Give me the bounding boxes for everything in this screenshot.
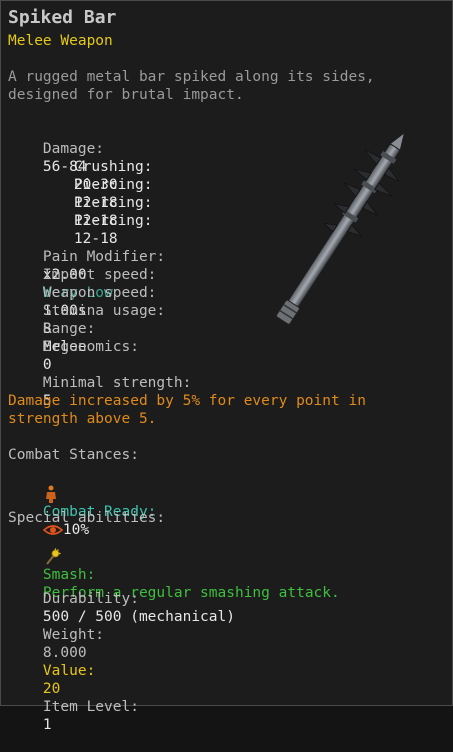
figure-icon <box>45 485 56 503</box>
spiked-bar-weapon-icon <box>276 131 406 325</box>
item-description-line2: designed for brutal impact. <box>8 87 244 103</box>
strength-bonus-line2: strength above 5. <box>8 411 157 427</box>
ergonomics-label: Ergonomics: <box>42 339 139 355</box>
durability-label: Durability: <box>42 591 139 607</box>
minimal-strength-label: Minimal strength: <box>42 375 192 391</box>
strength-bonus-line1: Damage increased by 5% for every point i… <box>8 393 366 409</box>
item-level-value: 1 <box>42 717 52 733</box>
value-label: Value: <box>42 663 96 679</box>
item-description-line1: A rugged metal bar spiked along its side… <box>8 69 375 85</box>
item-type: Melee Weapon <box>8 33 113 49</box>
mace-icon <box>46 548 61 565</box>
damage-component-label: Piercing: <box>73 213 153 229</box>
item-tooltip: Spiked Bar Melee Weapon A rugged metal b… <box>0 0 453 733</box>
special-abilities-header: Special abilities: <box>8 510 166 526</box>
item-name: Spiked Bar <box>8 7 117 28</box>
item-level-row: Item Level: 1 <box>8 680 139 752</box>
weight-label: Weight: <box>42 627 105 643</box>
item-level-label: Item Level: <box>42 699 139 715</box>
combat-stances-header: Combat Stances: <box>8 447 139 463</box>
